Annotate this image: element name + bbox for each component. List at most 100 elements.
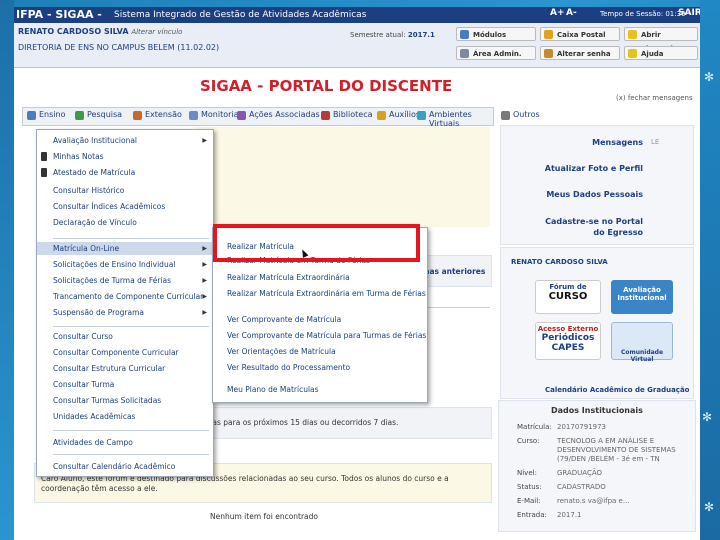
student-card-name: RENATO CARDOSO SILVA: [511, 258, 608, 266]
change-password-label: Alterar senha: [557, 50, 611, 58]
capes-line2: Periódicos CAPES: [541, 333, 595, 353]
dados-label: Curso:: [517, 437, 540, 445]
font-decrease-button[interactable]: A-: [566, 8, 577, 18]
sub-matricula-extraordinaria[interactable]: Realizar Matrícula Extraordinária: [213, 271, 427, 284]
messages-extra: LE: [651, 138, 660, 146]
dd-consultar-curso[interactable]: Consultar Curso: [37, 330, 213, 343]
menu-ambientes-virtuais[interactable]: Ambientes Virtuais: [417, 110, 493, 128]
sub-resultado-processamento[interactable]: Ver Resultado do Processamento: [213, 361, 427, 374]
snowflake-icon: ✻: [702, 410, 713, 424]
menu-biblioteca[interactable]: Biblioteca: [321, 110, 373, 120]
modules-button[interactable]: Módulos: [456, 27, 536, 41]
exit-button[interactable]: SAIR: [678, 8, 700, 18]
extension-icon: [133, 111, 142, 120]
others-icon: [501, 111, 510, 120]
dados-value: CADASTRADO: [557, 483, 606, 491]
menu-extensao[interactable]: Extensão: [133, 110, 182, 120]
help-label: Ajuda: [641, 50, 664, 58]
dd-atestado-matricula[interactable]: Atestado de Matrícula: [37, 166, 213, 179]
mailbox-button[interactable]: Caixa Postal: [540, 27, 620, 41]
quick-links-panel: Mensagens LE Atualizar Foto e Perfil Meu…: [500, 125, 694, 245]
font-increase-button[interactable]: A+: [550, 8, 565, 18]
dd-declaracao-vinculo[interactable]: Declaração de Vínculo: [37, 216, 213, 229]
menu-auxilios[interactable]: Auxílios: [377, 110, 420, 120]
semester-label: Semestre atual:: [350, 31, 406, 39]
help-icon: [628, 49, 637, 58]
dd-indices-academicos[interactable]: Consultar Índices Acadêmicos: [37, 200, 213, 213]
dados-value: 20170791973: [557, 423, 606, 431]
sub-comprovante-ferias[interactable]: Ver Comprovante de Matrícula para Turmas…: [213, 329, 427, 342]
personal-data-link[interactable]: Meus Dados Pessoais: [546, 190, 643, 199]
menu-pesquisa[interactable]: Pesquisa: [75, 110, 122, 120]
dados-value: GRADUAÇÃO: [557, 469, 603, 477]
dd-label: Solicitações de Turma de Férias: [53, 276, 172, 285]
dados-value: renato.s va@ifpa e...: [557, 497, 630, 505]
dd-label: Consultar Calendário Acadêmico: [53, 462, 176, 471]
menu-monitoria[interactable]: Monitoria: [189, 110, 239, 120]
dd-suspensao-programa[interactable]: Suspensão de Programa ▶: [37, 306, 213, 319]
dd-turma-ferias[interactable]: Solicitações de Turma de Férias ▶: [37, 274, 213, 287]
library-icon: [321, 111, 330, 120]
dd-componente-curricular[interactable]: Consultar Componente Curricular: [37, 346, 213, 359]
dd-turmas-solicitadas[interactable]: Consultar Turmas Solicitadas: [37, 394, 213, 407]
mailbox-label: Caixa Postal: [557, 31, 606, 39]
comunidade-logo[interactable]: Comunidade Virtual: [611, 322, 673, 363]
menu-acoes-associadas[interactable]: Ações Associadas: [237, 110, 320, 120]
capes-line1: Acesso Externo: [537, 325, 599, 333]
change-password-button[interactable]: Alterar senha: [540, 46, 620, 60]
institutional-data-panel: Dados Institucionais Matrícula: 20170791…: [498, 400, 696, 532]
dd-estrutura-curricular[interactable]: Consultar Estrutura Curricular: [37, 362, 213, 375]
dd-calendario-academico[interactable]: Consultar Calendário Acadêmico: [37, 460, 213, 473]
system-title: IFPA - SIGAA -: [16, 8, 102, 21]
top-bar: IFPA - SIGAA - Sistema Integrado de Gest…: [14, 7, 700, 23]
dd-avaliacao-institucional[interactable]: Avaliação Institucional ▶: [37, 134, 213, 147]
directorate: DIRETORIA DE ENS NO CAMPUS BELEM (11.02.…: [18, 43, 220, 52]
messages-link[interactable]: Mensagens: [592, 138, 643, 147]
avaliacao-logo[interactable]: Avaliação Institucional: [611, 280, 673, 314]
dd-unidades-academicas[interactable]: Unidades Acadêmicas: [37, 410, 213, 423]
help-button[interactable]: Ajuda: [624, 46, 698, 60]
user-info-bar: RENATO CARDOSO SILVA Alterar vínculo DIR…: [14, 23, 700, 68]
mobile-phone-icon: [41, 168, 47, 177]
portal-title: SIGAA - PORTAL DO DISCENTE: [200, 77, 453, 95]
dd-label: Avaliação Institucional: [53, 136, 138, 145]
avaliacao-line2: Institucional: [617, 294, 667, 302]
close-messages-link[interactable]: (x) fechar mensagens: [616, 94, 693, 102]
calendar-link[interactable]: Calendário Acadêmico de Graduação: [545, 386, 689, 394]
dd-trancamento[interactable]: Trancamento de Componente Curricular ▶: [37, 290, 213, 303]
sub-orientacoes-matricula[interactable]: Ver Orientações de Matrícula: [213, 345, 427, 358]
dd-matricula-online[interactable]: Matrícula On-Line ▶: [37, 242, 213, 255]
capes-logo[interactable]: Acesso Externo Periódicos CAPES: [535, 322, 601, 360]
dd-label: Trancamento de Componente Curricular: [53, 292, 204, 301]
dd-consultar-historico[interactable]: Consultar Histórico: [37, 184, 213, 197]
update-photo-link[interactable]: Atualizar Foto e Perfil: [545, 164, 643, 173]
ticket-button[interactable]: Abrir Chamado: [624, 27, 698, 53]
dd-label: Consultar Índices Acadêmicos: [53, 202, 166, 211]
main-menubar: Ensino Pesquisa Extensão Monitoria Ações…: [22, 107, 540, 128]
menu-ensino-label: Ensino: [39, 110, 66, 119]
dd-ensino-individual[interactable]: Solicitações de Ensino Individual ▶: [37, 258, 213, 271]
forum-curso-logo[interactable]: Fórum de CURSO: [535, 280, 601, 314]
admin-button[interactable]: Área Admin.: [456, 46, 536, 60]
egresso-link[interactable]: Cadastre-se no Portal do Egresso: [533, 216, 643, 238]
dd-label: Consultar Turma: [53, 380, 115, 389]
system-subtitle: Sistema Integrado de Gestão de Atividade…: [114, 10, 367, 20]
modules-icon: [460, 30, 469, 39]
dd-label: Unidades Acadêmicas: [53, 412, 136, 421]
submenu-arrow-icon: ▶: [202, 277, 207, 284]
submenu-arrow-icon: ▶: [202, 293, 207, 300]
dd-consultar-turma[interactable]: Consultar Turma: [37, 378, 213, 391]
messages-area: [194, 127, 490, 227]
dd-atividades-campo[interactable]: Atividades de Campo: [37, 436, 213, 449]
sub-matricula-extraordinaria-ferias[interactable]: Realizar Matrícula Extraordinária em Tur…: [213, 287, 427, 300]
dd-minhas-notas[interactable]: Minhas Notas: [37, 150, 213, 163]
actions-icon: [237, 111, 246, 120]
snowflake-icon: ✻: [704, 70, 715, 84]
semester-info: Semestre atual: 2017.1: [350, 31, 435, 39]
menu-ensino[interactable]: Ensino: [27, 110, 66, 120]
menu-outros[interactable]: Outros: [501, 110, 540, 120]
change-link[interactable]: Alterar vínculo: [131, 28, 182, 36]
sub-comprovante-matricula[interactable]: Ver Comprovante de Matrícula: [213, 313, 427, 326]
sub-plano-matriculas[interactable]: Meu Plano de Matrículas: [213, 383, 427, 396]
forum-curso-line2: CURSO: [548, 291, 588, 302]
